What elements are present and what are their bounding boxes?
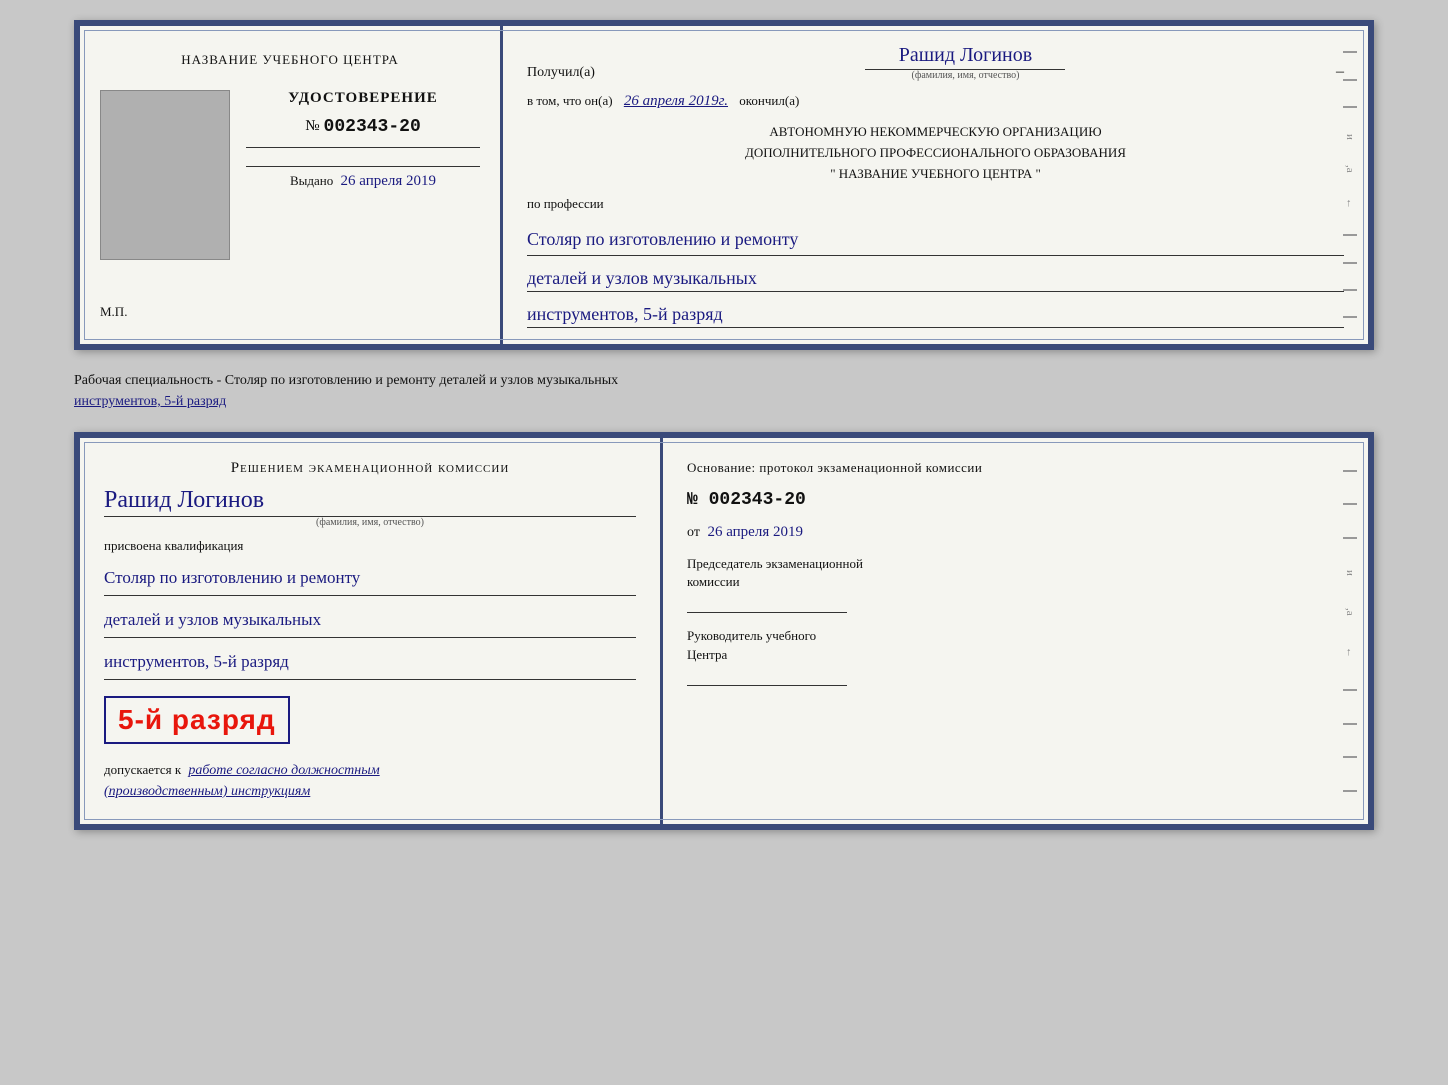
person-subtitle: (фамилия, имя, отчество) (104, 517, 636, 528)
bottom-left-panel: Решением экаменационной комиссии Рашид Л… (80, 438, 660, 824)
top-document-card: НАЗВАНИЕ УЧЕБНОГО ЦЕНТРА УДОСТОВЕРЕНИЕ №… (74, 20, 1374, 350)
recipient-line: Получил(а) Рашид Логинов (фамилия, имя, … (527, 44, 1344, 81)
org-line1: АВТОНОМНУЮ НЕКОММЕРЧЕСКУЮ ОРГАНИЗАЦИЮ (527, 122, 1344, 143)
between-label-normal: Рабочая специальность - Столяр по изгото… (74, 373, 618, 388)
chairman-label: Председатель экзаменационной комиссии (687, 555, 1344, 591)
org-line2: ДОПОЛНИТЕЛЬНОГО ПРОФЕССИОНАЛЬНОГО ОБРАЗО… (527, 143, 1344, 164)
card-right-decoration: и ,а ← (1340, 26, 1360, 344)
deco-text-и: и (1344, 134, 1356, 140)
bottom-deco-dash-6 (1343, 756, 1357, 758)
date-line: в том, что он(а) 26 апреля 2019г. окончи… (527, 93, 1344, 110)
deco-text-arrow: ← (1344, 198, 1356, 209)
profession-line3: инструментов, 5-й разряд (527, 304, 1344, 328)
bottom-deco-dash-3 (1343, 537, 1357, 539)
decision-title: Решением экаменационной комиссии (104, 460, 636, 477)
bottom-deco-dash-1 (1343, 470, 1357, 472)
date-prefix: в том, что он(а) (527, 93, 613, 108)
rank-text: 5-й разряд (118, 704, 276, 735)
deco-text-а: ,а (1344, 165, 1356, 173)
bottom-deco-text-и: и (1344, 570, 1356, 576)
org-block: АВТОНОМНУЮ НЕКОММЕРЧЕСКУЮ ОРГАНИЗАЦИЮ ДО… (527, 122, 1344, 184)
qual-line1: Столяр по изготовлению и ремонту (104, 564, 636, 596)
rank-box: 5-й разряд (104, 696, 290, 744)
deco-dash-4 (1343, 234, 1357, 236)
basis-title: Основание: протокол экзаменационной коми… (687, 460, 1344, 476)
deco-dash-5 (1343, 262, 1357, 264)
profession-line1: Столяр по изготовлению и ремонту (527, 224, 1344, 256)
bottom-deco-text-arrow: ← (1344, 647, 1356, 658)
received-label: Получил(а) (527, 65, 595, 81)
bottom-document-card: Решением экаменационной комиссии Рашид Л… (74, 432, 1374, 830)
protocol-number: № 002343-20 (687, 490, 1344, 510)
recipient-name: Рашид Логинов (865, 44, 1065, 70)
bottom-deco-dash-5 (1343, 723, 1357, 725)
qual-line3: инструментов, 5-й разряд (104, 648, 636, 680)
cert-number: 002343-20 (324, 117, 421, 137)
recipient-subtitle: (фамилия, имя, отчество) (603, 70, 1328, 81)
issued-date: 26 апреля 2019 (340, 173, 436, 189)
profession-label: по профессии (527, 196, 1344, 212)
photo-placeholder (100, 90, 230, 260)
qual-line2: деталей и узлов музыкальных (104, 606, 636, 638)
between-label-underline: инструментов, 5-й разряд (74, 394, 226, 409)
org-line3: " НАЗВАНИЕ УЧЕБНОГО ЦЕНТРА " (527, 164, 1344, 185)
cert-number-prefix: № (305, 118, 319, 135)
deco-dash-3 (1343, 106, 1357, 108)
bottom-deco-dash-2 (1343, 503, 1357, 505)
deco-dash-7 (1343, 316, 1357, 318)
date-suffix: окончил(а) (739, 93, 799, 108)
protocol-date: от 26 апреля 2019 (687, 524, 1344, 541)
допускается-line: допускается к работе согласно должностны… (104, 760, 636, 802)
top-right-panel: Получил(а) Рашид Логинов (фамилия, имя, … (503, 26, 1368, 344)
top-left-panel: НАЗВАНИЕ УЧЕБНОГО ЦЕНТРА УДОСТОВЕРЕНИЕ №… (80, 26, 500, 344)
person-name-block: Рашид Логинов (фамилия, имя, отчество) (104, 487, 636, 528)
training-center-name-top: НАЗВАНИЕ УЧЕБНОГО ЦЕНТРА (181, 50, 398, 70)
bottom-deco-dash-7 (1343, 790, 1357, 792)
protocol-date-prefix: от (687, 525, 700, 540)
допускается-italic2: (производственным) инструкциям (104, 784, 310, 799)
bottom-deco-dash-4 (1343, 689, 1357, 691)
chairman-sig-line (687, 597, 847, 613)
mp-label: М.П. (100, 304, 127, 320)
допускается-prefix: допускается к (104, 762, 181, 777)
qualification-label: присвоена квалификация (104, 538, 636, 554)
director-signature-block: Руководитель учебного Центра (687, 627, 1344, 685)
issued-label: Выдано (290, 173, 333, 188)
chairman-signature-block: Председатель экзаменационной комиссии (687, 555, 1344, 613)
bottom-deco-text-а: ,а (1344, 608, 1356, 616)
deco-dash-6 (1343, 289, 1357, 291)
between-label: Рабочая специальность - Столяр по изгото… (74, 366, 1374, 416)
bottom-card-right-decoration: и ,а ← (1340, 438, 1360, 824)
profession-line2: деталей и узлов музыкальных (527, 268, 1344, 292)
date-value: 26 апреля 2019г. (624, 93, 728, 109)
deco-dash-2 (1343, 79, 1357, 81)
cert-issued-line: Выдано 26 апреля 2019 (246, 166, 480, 190)
director-sig-line (687, 670, 847, 686)
director-label: Руководитель учебного Центра (687, 627, 1344, 663)
bottom-right-panel: Основание: протокол экзаменационной коми… (663, 438, 1368, 824)
допускается-italic1: работе согласно должностным (188, 763, 379, 778)
deco-dash-1 (1343, 51, 1357, 53)
protocol-date-value: 26 апреля 2019 (707, 524, 803, 540)
person-name-large: Рашид Логинов (104, 487, 636, 517)
cert-title: УДОСТОВЕРЕНИЕ (246, 90, 480, 107)
